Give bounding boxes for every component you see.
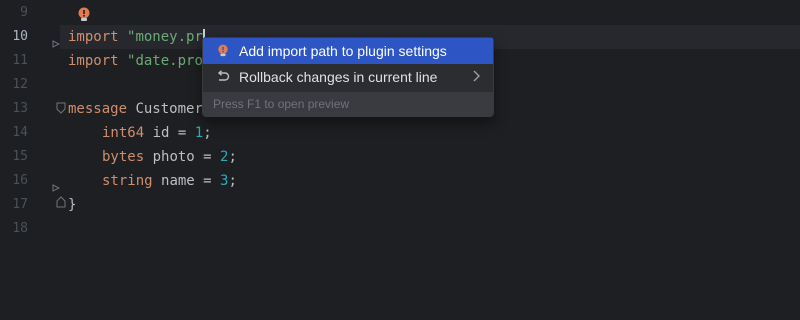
field-type: bytes [102, 149, 145, 165]
popup-footer-hint: Press F1 to open preview [203, 92, 493, 116]
line-number: 14 [12, 125, 28, 140]
code-line-11[interactable]: import "date.pro [68, 49, 203, 73]
field-type: string [102, 173, 153, 189]
field-name: id = [152, 125, 195, 141]
message-name: Customer [135, 101, 203, 117]
field-number: 1 [194, 125, 204, 141]
intention-actions-popup: Add import path to plugin settings Rollb… [202, 37, 494, 117]
code-line-15[interactable]: bytes photo = 2; [102, 145, 237, 169]
chevron-right-icon [473, 70, 480, 82]
line-number-current: 10 [12, 29, 28, 44]
keyword: import [68, 53, 119, 69]
code-editor[interactable]: 9 10 11 12 13 14 15 16 17 18 import "mon… [0, 0, 800, 320]
line-number: 9 [20, 5, 28, 20]
menu-item-add-import-path[interactable]: Add import path to plugin settings [203, 38, 493, 64]
semicolon: ; [228, 149, 237, 165]
keyword: message [68, 101, 128, 117]
fold-open-icon[interactable] [56, 102, 66, 114]
code-line-10[interactable]: import "money.pr [68, 25, 205, 49]
lightbulb-error-icon[interactable] [77, 7, 91, 23]
string-literal: "money.pr [127, 29, 203, 45]
menu-item-rollback-changes[interactable]: Rollback changes in current line [203, 64, 493, 90]
semicolon: ; [203, 125, 212, 141]
code-line-16[interactable]: string name = 3; [102, 169, 237, 193]
line-number: 16 [12, 173, 28, 188]
keyword: import [68, 29, 119, 45]
line-number: 12 [12, 77, 28, 92]
field-type: int64 [102, 125, 145, 141]
line-number: 15 [12, 149, 28, 164]
line-number: 17 [12, 197, 28, 212]
implementation-arrow-icon[interactable] [52, 40, 60, 48]
line-number: 13 [12, 101, 28, 116]
string-literal: "date.pro [127, 53, 203, 69]
fold-close-icon[interactable] [56, 196, 66, 208]
semicolon: ; [228, 173, 237, 189]
implementation-arrow-icon[interactable] [52, 184, 60, 192]
menu-item-label: Add import path to plugin settings [239, 43, 447, 59]
code-line-14[interactable]: int64 id = 1; [102, 121, 212, 145]
field-name: name = [161, 173, 221, 189]
menu-item-label: Rollback changes in current line [239, 69, 438, 85]
closing-brace: } [68, 197, 77, 213]
line-number: 11 [12, 53, 28, 68]
rollback-icon [215, 69, 231, 85]
lightbulb-error-icon [215, 43, 231, 59]
code-line-13[interactable]: message Customer [68, 97, 203, 121]
gutter: 9 10 11 12 13 14 15 16 17 18 [0, 0, 66, 320]
line-number: 18 [12, 221, 28, 236]
code-line-17[interactable]: } [68, 193, 76, 217]
field-name: photo = [152, 149, 221, 165]
